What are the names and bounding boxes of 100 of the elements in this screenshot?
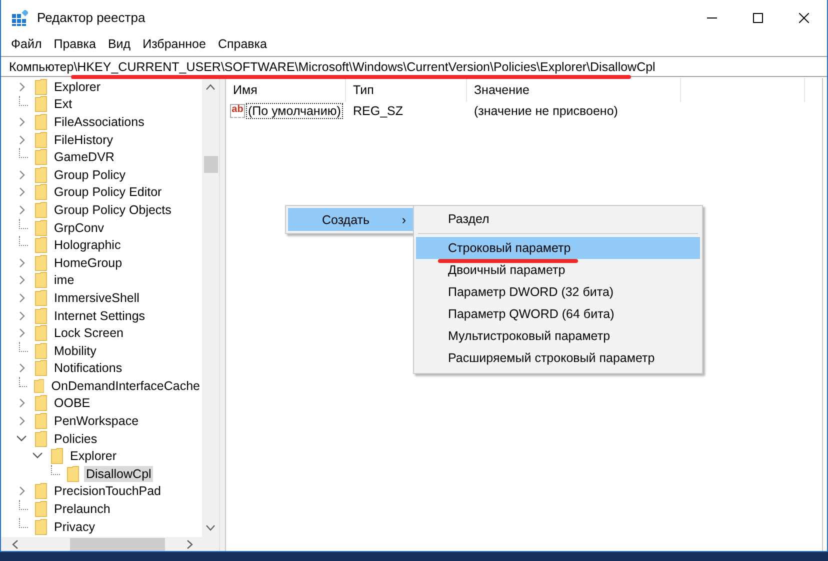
table-cell-text: REG_SZ bbox=[352, 104, 404, 118]
folder-icon bbox=[35, 308, 47, 324]
expand-chevron-icon[interactable] bbox=[18, 310, 26, 321]
column-header[interactable]: Имя bbox=[226, 78, 346, 102]
menu-item[interactable]: Двоичный параметр bbox=[416, 259, 700, 281]
table-cell-text: (значение не присвоено) bbox=[473, 104, 619, 118]
address-field[interactable]: Компьютер\HKEY_CURRENT_USER\SOFTWARE\Microsoft\Windows\CurrentVersion\Policies\Explorer\DisallowCpl bbox=[1, 56, 827, 77]
folder-icon bbox=[35, 272, 47, 288]
folder-icon bbox=[35, 325, 47, 342]
expand-chevron-icon[interactable] bbox=[18, 292, 26, 303]
tree-item[interactable]: Group Policy bbox=[52, 166, 128, 183]
folder-icon bbox=[51, 448, 63, 464]
expand-chevron-icon[interactable] bbox=[18, 170, 26, 180]
folder-icon bbox=[35, 149, 47, 166]
expand-chevron-icon[interactable] bbox=[18, 116, 26, 127]
tree-item[interactable]: Explorer bbox=[52, 78, 103, 95]
tree-item[interactable]: DisallowCpl bbox=[84, 466, 154, 482]
menu-item[interactable]: Параметр QWORD (64 бита) bbox=[416, 303, 700, 325]
tree-item[interactable]: Lock Screen bbox=[52, 325, 126, 342]
folder-icon bbox=[67, 466, 79, 482]
tree-item[interactable]: OnDemandInterfaceCache bbox=[49, 378, 202, 394]
folder-icon bbox=[35, 254, 47, 271]
tree-item[interactable]: OOBE bbox=[52, 395, 92, 412]
scroll-thumb[interactable] bbox=[204, 156, 218, 173]
expand-chevron-icon[interactable] bbox=[18, 328, 26, 338]
column-header[interactable]: Значение bbox=[467, 78, 681, 102]
collapse-chevron-icon[interactable] bbox=[17, 434, 27, 444]
folder-icon bbox=[35, 114, 47, 130]
menu-item[interactable]: Мультистроковый параметр bbox=[416, 325, 700, 347]
menu-item[interactable]: Правка bbox=[48, 37, 102, 51]
scroll-up-icon bbox=[206, 84, 215, 90]
close-icon bbox=[799, 12, 809, 22]
expand-chevron-icon[interactable] bbox=[18, 486, 26, 496]
app-icon bbox=[12, 10, 28, 26]
window-title: Редактор реестра bbox=[37, 10, 146, 25]
folder-icon bbox=[35, 237, 47, 254]
maximize-icon bbox=[753, 12, 763, 22]
tree-item[interactable]: HomeGroup bbox=[52, 254, 124, 271]
horizontal-scrollbar[interactable] bbox=[1, 537, 202, 551]
folder-icon bbox=[35, 395, 47, 412]
folder-icon bbox=[35, 290, 47, 306]
tree-item[interactable]: Ext bbox=[52, 96, 74, 112]
folder-icon bbox=[34, 378, 44, 394]
menu-item[interactable]: Параметр DWORD (32 бита) bbox=[416, 281, 700, 303]
tree-item[interactable]: Explorer bbox=[68, 448, 119, 464]
expand-chevron-icon[interactable] bbox=[18, 187, 26, 198]
scroll-thumb[interactable] bbox=[70, 538, 165, 550]
expand-chevron-icon[interactable] bbox=[18, 134, 26, 145]
folder-icon bbox=[35, 360, 47, 376]
tree-item[interactable]: ime bbox=[52, 272, 76, 288]
folder-icon bbox=[35, 78, 47, 95]
menu-item[interactable]: Создать › bbox=[288, 208, 414, 231]
folder-icon bbox=[35, 501, 47, 518]
string-value-icon: ab bbox=[230, 104, 245, 118]
address-text: Компьютер\HKEY_CURRENT_USER\SOFTWARE\Microsoft\Windows\CurrentVersion\Policies\Explorer\DisallowCpl bbox=[9, 60, 656, 74]
tree-item[interactable]: FileAssociations bbox=[52, 114, 146, 130]
scroll-left-icon bbox=[12, 540, 18, 548]
vertical-scrollbar[interactable] bbox=[202, 78, 219, 537]
expand-chevron-icon[interactable] bbox=[18, 258, 26, 268]
expand-chevron-icon[interactable] bbox=[18, 204, 26, 215]
folder-icon bbox=[35, 132, 47, 148]
expand-chevron-icon[interactable] bbox=[18, 416, 26, 426]
tree-item[interactable]: Group Policy Objects bbox=[52, 202, 174, 218]
folder-icon bbox=[35, 220, 47, 236]
tree-item[interactable]: Holographic bbox=[52, 237, 123, 254]
menu-item[interactable]: Расширяемый строковый параметр bbox=[416, 347, 700, 369]
menu-item[interactable]: Вид bbox=[102, 37, 137, 51]
tree-item[interactable]: Internet Settings bbox=[52, 308, 148, 324]
folder-icon bbox=[35, 430, 47, 447]
tree-item[interactable]: Group Policy Editor bbox=[52, 184, 164, 200]
menu-item[interactable]: Справка bbox=[212, 37, 273, 51]
scroll-right-icon bbox=[187, 540, 193, 548]
expand-chevron-icon[interactable] bbox=[18, 398, 26, 408]
folder-icon bbox=[35, 166, 47, 183]
folder-icon bbox=[35, 342, 47, 359]
tree-item[interactable]: Privacy bbox=[52, 518, 97, 535]
menu-item[interactable]: Избранное bbox=[136, 37, 212, 51]
menu-item[interactable]: Раздел bbox=[416, 208, 700, 230]
tree-item[interactable]: Notifications bbox=[52, 360, 124, 376]
menu-item[interactable]: Файл bbox=[5, 37, 48, 51]
folder-icon bbox=[35, 96, 47, 112]
tree-item[interactable]: Mobility bbox=[52, 342, 98, 359]
tree-item[interactable]: Policies bbox=[52, 430, 100, 447]
tree-item[interactable]: PenWorkspace bbox=[52, 413, 141, 430]
folder-icon bbox=[35, 483, 47, 500]
expand-chevron-icon[interactable] bbox=[18, 363, 26, 374]
tree-item[interactable]: FileHistory bbox=[52, 132, 116, 148]
tree-item[interactable]: GameDVR bbox=[52, 149, 116, 166]
tree-item[interactable]: Prelaunch bbox=[52, 501, 112, 518]
scroll-down-icon bbox=[206, 525, 215, 531]
folder-icon bbox=[35, 202, 47, 218]
expand-chevron-icon[interactable] bbox=[18, 82, 26, 92]
tree-item[interactable]: PrecisionTouchPad bbox=[52, 483, 164, 500]
expand-chevron-icon[interactable] bbox=[18, 275, 26, 286]
folder-icon bbox=[35, 518, 47, 535]
folder-icon bbox=[35, 184, 47, 200]
column-header[interactable]: Тип bbox=[346, 78, 467, 102]
folder-icon bbox=[35, 413, 47, 430]
tree-item[interactable]: ImmersiveShell bbox=[52, 290, 142, 306]
tree-item[interactable]: GrpConv bbox=[52, 220, 106, 236]
